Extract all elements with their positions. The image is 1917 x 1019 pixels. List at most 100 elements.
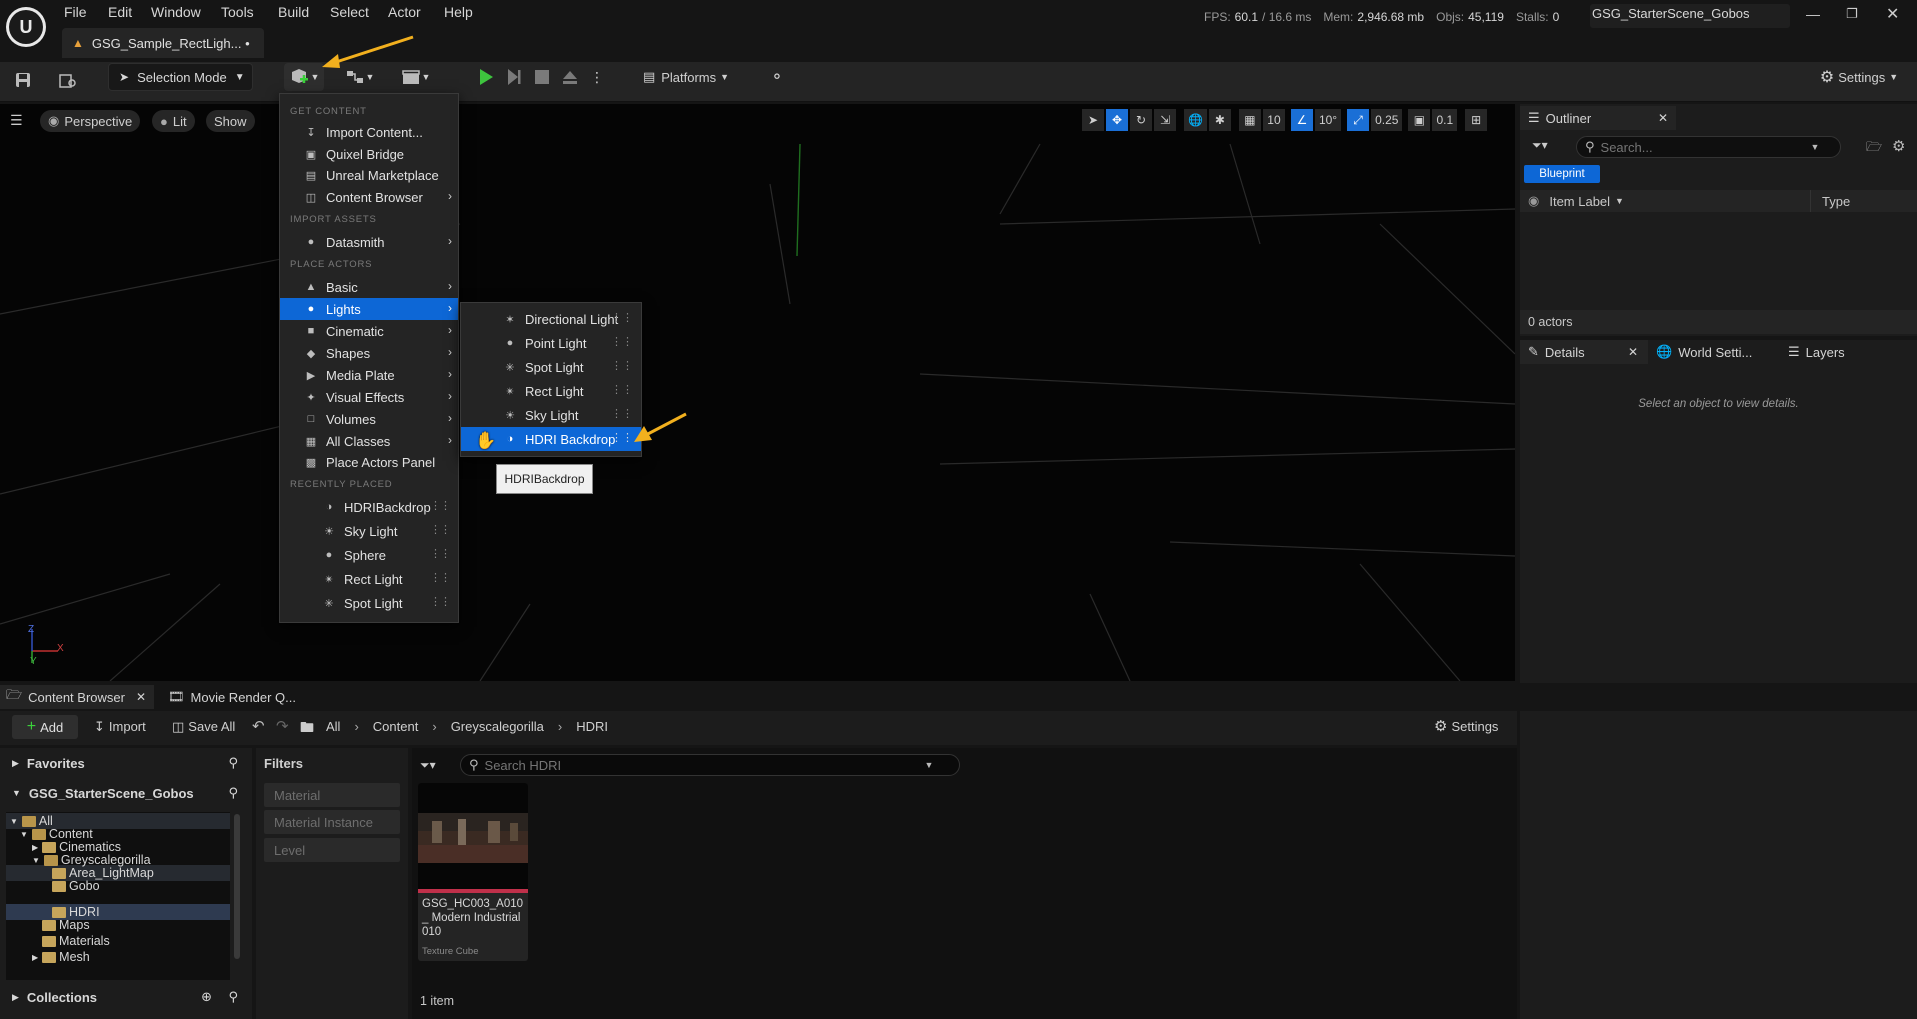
minimize-icon[interactable]: — <box>1806 6 1820 22</box>
play-icon[interactable] <box>474 63 498 91</box>
camera-speed-value[interactable]: 0.1 <box>1432 109 1458 131</box>
lit-button[interactable]: ● Lit <box>152 110 195 132</box>
save-all-button[interactable]: ◫ Save All <box>172 719 235 735</box>
search-icon[interactable]: ⚲ <box>228 755 238 771</box>
import-button[interactable]: ↧ Import <box>94 719 146 735</box>
recent-sky-light[interactable]: ☀ Sky Light ⋮⋮ <box>280 520 458 542</box>
asset-search[interactable]: ⚲ ▼ <box>460 754 960 776</box>
gear-icon[interactable]: ⚙ <box>1892 137 1905 155</box>
rotate-tool-icon[interactable]: ↻ <box>1130 109 1152 131</box>
filter-material[interactable]: Material <box>264 783 400 807</box>
filter-icon[interactable]: ⏷▾ <box>420 758 436 773</box>
close-window-icon[interactable]: ✕ <box>1886 4 1899 24</box>
tree-item-maps[interactable]: Maps <box>42 917 90 933</box>
submenu-directional-light[interactable]: ✶ Directional Light ⋮⋮ <box>461 307 641 331</box>
submenu-rect-light[interactable]: ✴ Rect Light ⋮⋮ <box>461 379 641 403</box>
menu-content-browser[interactable]: ◫ Content Browser › <box>280 186 458 208</box>
menu-actor[interactable]: Actor <box>388 4 421 20</box>
scale-snap-value[interactable]: 0.25 <box>1371 109 1403 131</box>
menu-all-classes[interactable]: ▦ All Classes › <box>280 430 458 452</box>
outliner-tab[interactable]: ☰ Outliner ✕ <box>1520 106 1676 130</box>
cb-settings-button[interactable]: ⚙ Settings <box>1434 717 1498 735</box>
level-viewport[interactable] <box>0 104 1515 681</box>
eye-icon[interactable]: ◉ <box>1528 193 1539 209</box>
submenu-sky-light[interactable]: ☀ Sky Light ⋮⋮ <box>461 403 641 427</box>
asset-tile-hdri[interactable]: GSG_HC003_A010_ Modern Industrial010 Tex… <box>418 783 528 961</box>
select-tool-icon[interactable]: ➤ <box>1082 109 1104 131</box>
save-icon[interactable] <box>12 66 34 94</box>
menu-edit[interactable]: Edit <box>108 4 132 20</box>
source-control-icon[interactable]: ⚬ <box>764 63 790 91</box>
viewport-menu-icon[interactable]: ☰ <box>10 112 23 129</box>
menu-help[interactable]: Help <box>444 4 473 20</box>
menu-visual-effects[interactable]: ✦ Visual Effects › <box>280 386 458 408</box>
restore-icon[interactable]: ❐ <box>1846 6 1858 22</box>
translate-tool-icon[interactable]: ✥ <box>1106 109 1128 131</box>
more-options-icon[interactable]: ⋮ <box>588 63 606 91</box>
drag-handle-icon[interactable]: ⋮⋮ <box>611 335 633 348</box>
close-icon[interactable]: ✕ <box>1658 111 1668 125</box>
filter-icon[interactable]: ⏷▾ <box>1532 138 1548 153</box>
menu-select[interactable]: Select <box>330 4 369 20</box>
selection-mode-dropdown[interactable]: ➤ Selection Mode ▼ <box>108 63 253 91</box>
world-space-icon[interactable]: 🌐 <box>1184 109 1207 131</box>
type-column[interactable]: Type <box>1822 194 1850 209</box>
grid-snap-icon[interactable]: ▦ <box>1238 109 1261 131</box>
breadcrumb-content[interactable]: Content <box>373 719 419 734</box>
add-folder-icon[interactable]: 🗁 <box>1866 138 1882 160</box>
drag-handle-icon[interactable]: ⋮⋮ <box>611 383 633 396</box>
scale-tool-icon[interactable]: ⇲ <box>1154 109 1176 131</box>
menu-unreal-marketplace[interactable]: ▤ Unreal Marketplace <box>280 164 458 186</box>
close-icon[interactable]: ✕ <box>1628 345 1638 359</box>
rotation-snap-value[interactable]: 10° <box>1314 109 1342 131</box>
menu-build[interactable]: Build <box>278 4 309 20</box>
menu-cinematic[interactable]: ■ Cinematic › <box>280 320 458 342</box>
menu-shapes[interactable]: ◆ Shapes › <box>280 342 458 364</box>
perspective-button[interactable]: ◉ Perspective <box>40 110 141 132</box>
filter-material-instance[interactable]: Material Instance <box>264 810 400 834</box>
content-browser-tab[interactable]: 🗁 Content Browser ✕ <box>0 685 154 709</box>
grid-snap-value[interactable]: 10 <box>1262 109 1285 131</box>
menu-quixel-bridge[interactable]: ▣ Quixel Bridge <box>280 143 458 165</box>
submenu-spot-light[interactable]: ✳ Spot Light ⋮⋮ <box>461 355 641 379</box>
level-tab[interactable]: ▲ GSG_Sample_RectLigh... • <box>62 28 264 58</box>
menu-lights[interactable]: ● Lights › <box>280 298 458 320</box>
search-icon[interactable]: ⚲ <box>228 785 238 801</box>
content-browse-icon[interactable] <box>56 66 80 94</box>
forward-icon[interactable]: ↷ <box>276 717 289 735</box>
menu-volumes[interactable]: □ Volumes › <box>280 408 458 430</box>
layout-icon[interactable]: ⊞ <box>1465 109 1488 131</box>
recent-hdri-backdrop[interactable]: ◑ HDRIBackdrop ⋮⋮ <box>280 496 458 518</box>
outliner-search-input[interactable] <box>1600 139 1811 155</box>
item-label-column[interactable]: Item Label <box>1549 194 1610 209</box>
filter-level[interactable]: Level <box>264 838 400 862</box>
recent-spot-light[interactable]: ✳ Spot Light ⋮⋮ <box>280 592 458 614</box>
drag-handle-icon[interactable]: ⋮⋮ <box>430 571 451 584</box>
surface-snap-icon[interactable]: ✱ <box>1208 109 1231 131</box>
tree-item-gobo[interactable]: Gobo <box>52 878 100 894</box>
menu-media-plate[interactable]: ▶ Media Plate › <box>280 364 458 386</box>
asset-search-input[interactable] <box>484 757 925 773</box>
close-icon[interactable]: ✕ <box>136 690 146 704</box>
world-settings-tab[interactable]: 🌐 World Setti... <box>1656 340 1752 364</box>
menu-datasmith[interactable]: ● Datasmith › <box>280 231 458 253</box>
tree-item-mesh[interactable]: ▶ Mesh <box>32 949 90 965</box>
menu-import-content[interactable]: ↧ Import Content... <box>280 121 458 143</box>
stop-icon[interactable] <box>530 63 554 91</box>
menu-tools[interactable]: Tools <box>221 4 254 20</box>
menu-file[interactable]: File <box>64 4 87 20</box>
drag-handle-icon[interactable]: ⋮⋮ <box>611 311 633 324</box>
drag-handle-icon[interactable]: ⋮⋮ <box>430 547 451 560</box>
camera-speed-icon[interactable]: ▣ <box>1408 109 1431 131</box>
rotation-snap-icon[interactable]: ∠ <box>1290 109 1313 131</box>
platforms-button[interactable]: ▤ Platforms ▼ <box>636 63 736 91</box>
drag-handle-icon[interactable]: ⋮⋮ <box>430 523 451 536</box>
drag-handle-icon[interactable]: ⋮⋮ <box>430 595 451 608</box>
layers-tab[interactable]: ☰ Layers <box>1788 340 1845 364</box>
recent-rect-light[interactable]: ✴ Rect Light ⋮⋮ <box>280 568 458 590</box>
blueprint-filter-chip[interactable]: Blueprint <box>1524 165 1600 183</box>
collections-section[interactable]: ▶ Collections ⊕ ⚲ <box>0 986 252 1008</box>
tree-item-materials[interactable]: Materials <box>42 933 110 949</box>
search-icon[interactable]: ⚲ <box>228 989 238 1005</box>
unreal-logo[interactable]: U <box>6 7 46 47</box>
